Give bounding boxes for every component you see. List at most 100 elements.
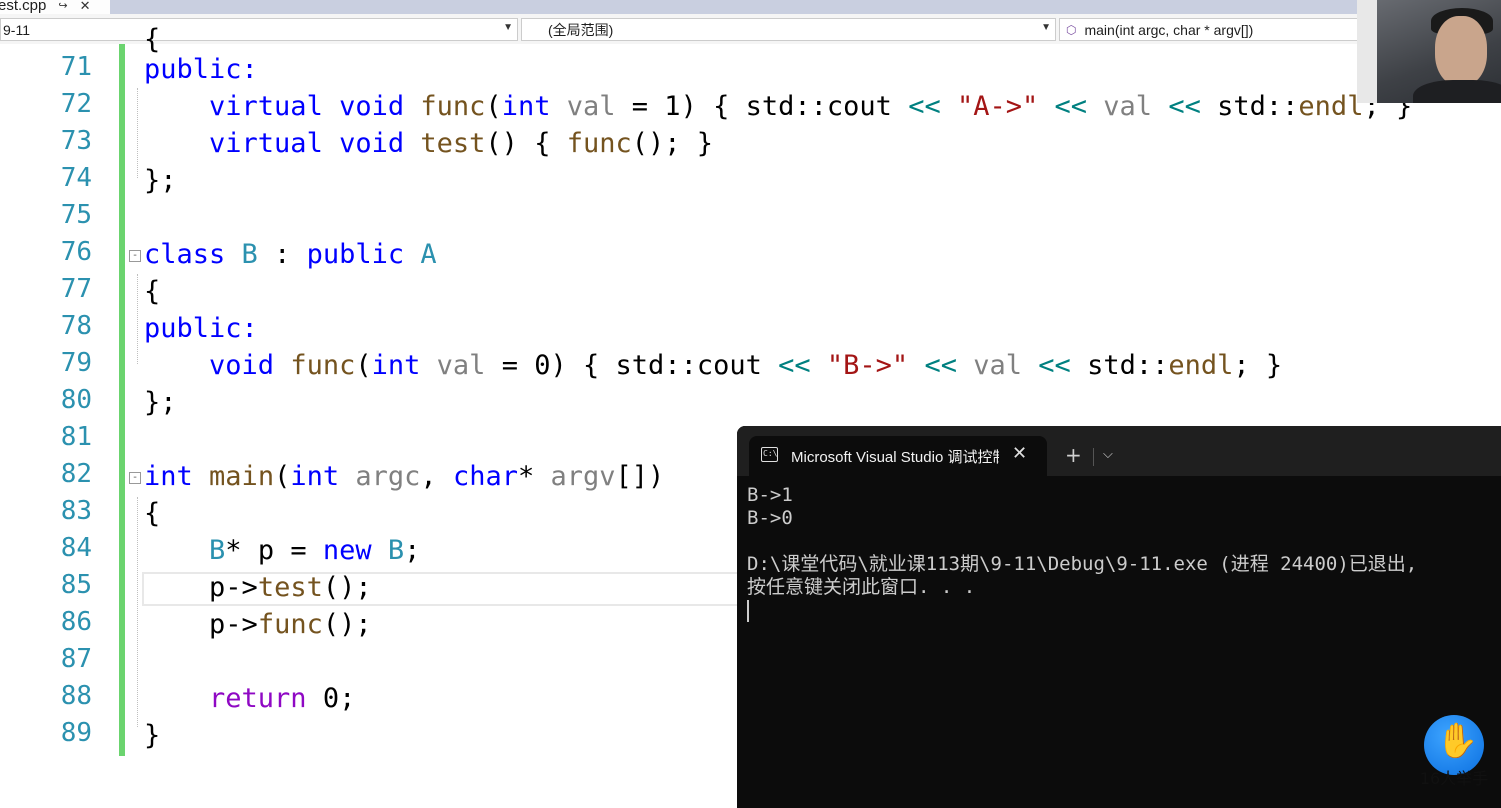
line-number: 75 <box>60 200 92 230</box>
token: int <box>371 350 421 381</box>
console-line: B->1 <box>747 484 793 506</box>
line-number: 74 <box>60 163 92 193</box>
code-line: } <box>144 720 161 751</box>
token: test <box>257 572 323 603</box>
line-number: 77 <box>60 274 92 304</box>
token: virtual <box>209 128 323 159</box>
indent-guide <box>137 274 138 364</box>
token: int <box>290 461 340 492</box>
token: class <box>144 239 226 270</box>
document-tab-strip: est.cpp ↪ ✕ <box>0 0 1501 16</box>
token: val <box>566 91 616 122</box>
presenter-shoulder <box>1413 80 1501 103</box>
token: val <box>1103 91 1153 122</box>
window-frame-edge <box>1357 0 1377 103</box>
token: B <box>209 535 226 566</box>
code-line: virtual void func(int val = 1) { std::co… <box>209 91 1413 122</box>
line-number: 85 <box>60 570 92 600</box>
project-dropdown[interactable]: 9-11 ▼ <box>0 18 518 41</box>
token: argc <box>355 461 421 492</box>
token: std <box>1087 350 1136 381</box>
token: func <box>566 128 632 159</box>
token: val <box>436 350 486 381</box>
line-number: 80 <box>60 385 92 415</box>
token: argv <box>550 461 616 492</box>
console-line: D:\课堂代码\就业课113期\9-11\Debug\9-11.exe (进程 … <box>747 553 1418 575</box>
token: public: <box>144 313 258 344</box>
line-number: 88 <box>60 681 92 711</box>
change-tracking-bar <box>119 44 125 756</box>
line-number: 86 <box>60 607 92 637</box>
line-number: 81 <box>60 422 92 452</box>
token: void <box>339 91 405 122</box>
new-tab-plus-icon[interactable]: + <box>1065 443 1082 467</box>
code-line: }; <box>144 387 177 418</box>
chevron-down-icon: ▼ <box>1041 22 1051 33</box>
code-line: { <box>144 498 161 529</box>
token: new <box>322 535 372 566</box>
token: return <box>209 683 307 714</box>
indent-guide <box>137 88 138 178</box>
token: virtual <box>209 91 323 122</box>
code-line: return 0; <box>209 683 356 714</box>
token: func <box>420 91 486 122</box>
indent-guide <box>137 497 138 727</box>
code-line: virtual void test() { func(); } <box>209 128 714 159</box>
scope-dropdown-value: (全局范围) <box>548 21 614 38</box>
collapse-toggle-icon[interactable]: - <box>129 472 141 484</box>
member-dropdown[interactable]: ⬡ main(int argc, char * argv[]) <box>1059 18 1359 41</box>
token: val <box>973 350 1023 381</box>
hand-raise-count: 16人举手 <box>1419 769 1489 788</box>
chevron-down-icon: ▼ <box>503 22 513 33</box>
token: B <box>387 535 405 566</box>
token: func <box>290 350 356 381</box>
code-line: class B : public A <box>144 239 437 270</box>
code-line: public: <box>144 52 258 88</box>
code-line: { <box>144 276 161 307</box>
code-line: void func(int val = 0) { std::cout << "B… <box>209 350 1283 381</box>
token: endl <box>1298 91 1364 122</box>
line-number: 79 <box>60 348 92 378</box>
token: void <box>339 128 405 159</box>
titlebar-separator <box>1093 448 1094 466</box>
console-titlebar: C:\ Microsoft Visual Studio 调试控制台 ✕ + ⌵ <box>737 426 1501 476</box>
token: "B->" <box>826 350 909 381</box>
webcam-feed <box>1357 0 1501 103</box>
token: 0 <box>322 683 340 714</box>
token: main <box>209 461 275 492</box>
line-number: 71 <box>60 52 92 82</box>
console-tab[interactable]: C:\ Microsoft Visual Studio 调试控制台 ✕ <box>749 436 1047 476</box>
scope-dropdown[interactable]: (全局范围) ▼ <box>521 18 1056 41</box>
line-number: 73 <box>60 126 92 156</box>
chevron-down-icon[interactable]: ⌵ <box>1103 447 1113 462</box>
close-icon[interactable]: ✕ <box>1012 443 1027 464</box>
token: public <box>306 239 405 270</box>
line-number: 84 <box>60 533 92 563</box>
close-icon[interactable]: ✕ <box>80 0 91 14</box>
console-line: 按任意键关闭此窗口. . . <box>747 576 976 598</box>
project-dropdown-value: 9-11 <box>3 21 30 38</box>
code-line: B* p = new B; <box>209 535 421 566</box>
token: char <box>452 461 518 492</box>
token: B <box>241 239 258 270</box>
code-line: p->test(); <box>209 572 372 603</box>
collapse-toggle-icon[interactable]: - <box>129 250 141 262</box>
code-line: }; <box>144 165 177 196</box>
console-output[interactable]: B->1 B->0 D:\课堂代码\就业课113期\9-11\Debug\9-11.… <box>747 484 1417 622</box>
token: p <box>257 535 275 566</box>
line-number: 82 <box>60 459 92 489</box>
pin-icon[interactable]: ↪ <box>58 0 67 12</box>
line-number: 87 <box>60 644 92 674</box>
debug-console-window[interactable]: C:\ Microsoft Visual Studio 调试控制台 ✕ + ⌵ … <box>737 426 1501 808</box>
token: 0 <box>534 350 551 381</box>
tab-label: est.cpp <box>0 0 47 14</box>
code-line: int main(int argc, char* argv[]) <box>144 461 665 492</box>
line-number: 83 <box>60 496 92 526</box>
method-cube-icon: ⬡ <box>1066 22 1077 37</box>
token: public: <box>144 54 258 85</box>
token: int <box>501 91 551 122</box>
token: p <box>209 609 226 640</box>
token: void <box>209 350 275 381</box>
token: func <box>257 609 323 640</box>
